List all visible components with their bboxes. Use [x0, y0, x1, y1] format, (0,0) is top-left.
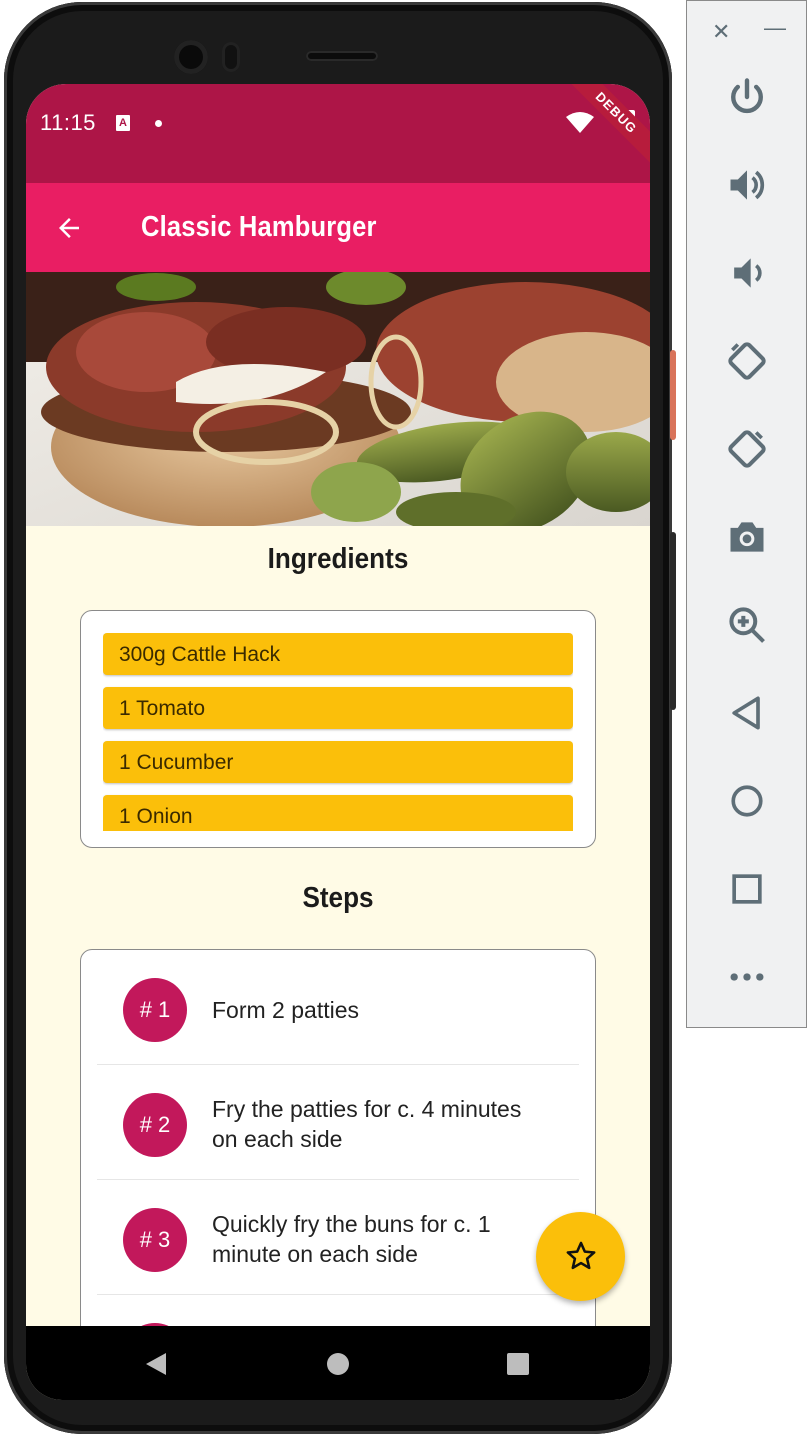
front-camera — [174, 40, 208, 74]
more-icon[interactable] — [725, 955, 769, 999]
camera-icon[interactable] — [725, 515, 769, 559]
minimize-icon[interactable]: — — [764, 15, 786, 41]
camera-sensor — [222, 42, 240, 72]
emulator-toolbar: ✕ — — [686, 0, 807, 1028]
volume-side-button — [670, 532, 676, 710]
rotate-right-icon[interactable] — [725, 427, 769, 471]
ingredients-list[interactable]: 300g Cattle Hack 1 Tomato 1 Cucumber 1 O… — [103, 633, 573, 831]
app-screen: 11:15 A DEBUG Classic Hamburger Ingredie… — [26, 84, 650, 1400]
ingredient-item: 1 Onion — [103, 795, 573, 831]
status-bar: 11:15 A DEBUG — [26, 84, 650, 183]
recipe-image — [26, 272, 650, 526]
power-side-button — [670, 350, 676, 440]
nav-overview-icon[interactable] — [506, 1352, 530, 1376]
step-row[interactable]: # 2 Fry the patties for c. 4 minutes on … — [97, 1065, 579, 1180]
volume-down-icon[interactable] — [725, 251, 769, 295]
ingredient-item: 1 Tomato — [103, 687, 573, 729]
zoom-icon[interactable] — [725, 603, 769, 647]
step-number-badge: # 1 — [123, 978, 187, 1042]
ingredients-card: 300g Cattle Hack 1 Tomato 1 Cucumber 1 O… — [80, 610, 596, 848]
page-title: Classic Hamburger — [141, 211, 377, 243]
overview-square-icon[interactable] — [725, 867, 769, 911]
step-row[interactable]: # 1 Form 2 patties — [97, 950, 579, 1065]
favorite-fab-button[interactable] — [536, 1212, 625, 1301]
step-number-badge: # 2 — [123, 1093, 187, 1157]
earpiece-speaker — [306, 51, 378, 61]
arrow-left-icon[interactable] — [54, 213, 84, 243]
notification-a-icon: A — [116, 115, 130, 131]
nav-back-icon[interactable] — [144, 1352, 168, 1376]
step-text: Form 2 patties — [212, 997, 359, 1023]
close-icon[interactable]: ✕ — [712, 19, 730, 45]
step-number-badge: # 3 — [123, 1208, 187, 1272]
wifi-icon — [566, 112, 594, 133]
star-outline-icon — [566, 1241, 596, 1270]
ingredients-heading: Ingredients — [267, 543, 409, 575]
step-row[interactable]: # 3 Quickly fry the buns for c. 1 minute… — [97, 1180, 579, 1295]
home-circle-icon[interactable] — [725, 779, 769, 823]
step-text: Quickly fry the buns for c. 1 minute on … — [212, 1211, 491, 1267]
step-text: Fry the patties for c. 4 minutes on each… — [212, 1096, 522, 1152]
ingredient-item: 300g Cattle Hack — [103, 633, 573, 675]
steps-heading: Steps — [302, 882, 374, 914]
notification-dot-icon — [155, 120, 162, 127]
power-icon[interactable] — [725, 75, 769, 119]
system-navigation-bar — [26, 1326, 650, 1400]
app-bar: Classic Hamburger — [26, 183, 650, 272]
status-time: 11:15 — [40, 110, 96, 135]
ingredient-item: 1 Cucumber — [103, 741, 573, 783]
nav-home-icon[interactable] — [326, 1352, 350, 1376]
rotate-left-icon[interactable] — [725, 339, 769, 383]
volume-up-icon[interactable] — [725, 163, 769, 207]
back-triangle-icon[interactable] — [725, 691, 769, 735]
